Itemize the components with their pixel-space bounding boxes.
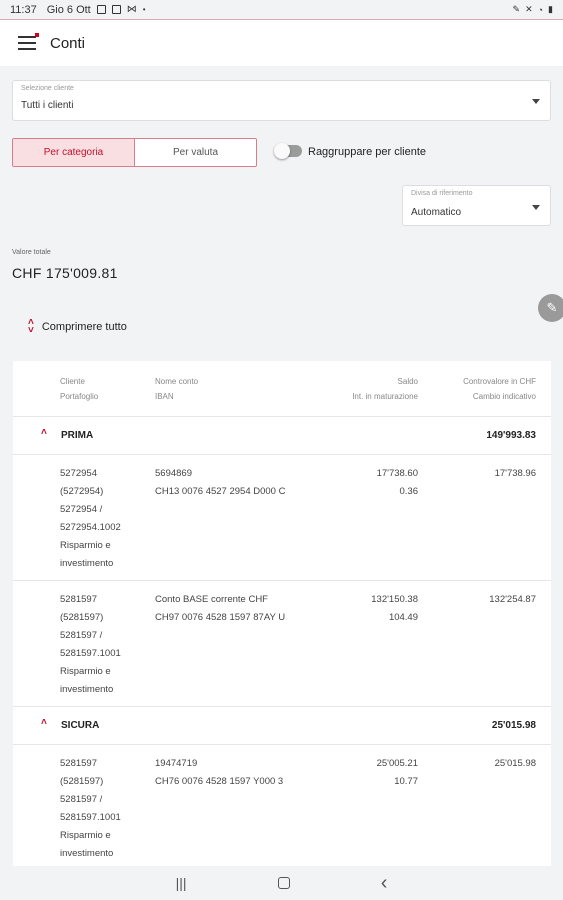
row-balance: 25'005.21 10.77 bbox=[376, 758, 418, 787]
header-client: Cliente Portafoglio bbox=[60, 377, 99, 401]
status-date: Gio 6 Ott bbox=[46, 3, 91, 16]
status-bar: 11:37 Gio 6 Ott ⋈ • ✎ ✕ ◔ ▮ bbox=[0, 0, 563, 20]
collapse-all-label: Comprimere tutto bbox=[41, 321, 127, 333]
battery-icon: ▮ bbox=[548, 4, 553, 14]
currency-select[interactable]: Divisa di riferimento Automatico bbox=[402, 185, 551, 226]
header-countervalue: Controvalore in CHF Cambio indicativo bbox=[463, 377, 536, 401]
row-account: Conto BASE corrente CHF CH97 0076 4528 1… bbox=[155, 594, 286, 623]
row-balance: 132'150.38 104.49 bbox=[371, 594, 418, 623]
back-button[interactable]: ‹ bbox=[381, 872, 388, 895]
row-client: 5272954 (5272954) 5272954 / 5272954.1002… bbox=[60, 468, 121, 569]
total-value-label: Valore totale bbox=[12, 249, 51, 256]
group-name: PRIMA bbox=[61, 430, 94, 441]
edit-fab-button[interactable]: ✎ bbox=[538, 294, 563, 322]
view-segmented-control: Per categoria Per valuta bbox=[12, 138, 257, 167]
total-value: CHF 175'009.81 bbox=[12, 265, 118, 281]
dot-icon: • bbox=[142, 5, 146, 14]
group-total: 149'993.83 bbox=[486, 430, 536, 441]
group-by-client-toggle[interactable] bbox=[274, 143, 302, 159]
group-name: SICURA bbox=[61, 720, 100, 731]
wifi-icon: ◔ bbox=[537, 4, 544, 15]
group-by-client-label: Raggruppare per cliente bbox=[308, 146, 427, 158]
system-nav-bar: ||| ‹ bbox=[0, 866, 563, 900]
pencil-icon: ✎ bbox=[546, 300, 558, 315]
header-account: Nome conto IBAN bbox=[155, 377, 199, 401]
row-balance: 17'738.60 0.36 bbox=[376, 468, 418, 497]
chevron-down-icon bbox=[532, 205, 540, 210]
client-select-label: Selezione cliente bbox=[21, 85, 74, 92]
edit-icon: ✎ bbox=[512, 4, 521, 14]
row-client: 5281597 (5281597) 5281597 / 5281597.1001… bbox=[60, 758, 121, 859]
page-title: Conti bbox=[50, 34, 86, 52]
app-bar: Conti bbox=[0, 20, 563, 66]
home-button[interactable] bbox=[277, 877, 290, 889]
row-countervalue: 17'738.96 bbox=[494, 468, 536, 479]
chevron-up-icon[interactable]: ˄ bbox=[41, 427, 47, 438]
mute-icon: ✕ bbox=[525, 4, 533, 14]
row-account: 19474719 CH76 0076 4528 1597 Y000 3 bbox=[155, 758, 284, 787]
table-row[interactable]: 5281597 (5281597) 5281597 / 5281597.1001… bbox=[13, 581, 551, 707]
mail-icon: ⋈ bbox=[126, 4, 137, 15]
group-row-prima[interactable]: ˄ PRIMA 149'993.83 bbox=[13, 417, 551, 455]
collapse-icon: ˄ ˅ bbox=[28, 317, 34, 336]
collapse-all-button[interactable]: ˄ ˅ Comprimere tutto bbox=[28, 317, 127, 336]
header-balance: Saldo Int. in maturazione bbox=[352, 377, 418, 401]
row-countervalue: 25'015.98 bbox=[494, 758, 536, 769]
tab-per-valuta[interactable]: Per valuta bbox=[135, 139, 256, 166]
currency-select-label: Divisa di riferimento bbox=[411, 190, 473, 197]
tab-per-categoria[interactable]: Per categoria bbox=[13, 139, 135, 166]
chevron-up-icon[interactable]: ˄ bbox=[41, 717, 47, 728]
group-total: 25'015.98 bbox=[491, 720, 536, 731]
group-row-sicura[interactable]: ˄ SICURA 25'015.98 bbox=[13, 707, 551, 745]
chevron-down-icon bbox=[532, 99, 540, 104]
client-select-value: Tutti i clienti bbox=[21, 100, 74, 111]
row-client: 5281597 (5281597) 5281597 / 5281597.1001… bbox=[60, 594, 121, 695]
row-account: 5694869 CH13 0076 4527 2954 D000 C bbox=[155, 468, 286, 497]
table-row[interactable]: 5281597 (5281597) 5281597 / 5281597.1001… bbox=[13, 745, 551, 866]
currency-select-value: Automatico bbox=[411, 207, 462, 218]
box-icon bbox=[111, 5, 121, 14]
table-header: Cliente Portafoglio Nome conto IBAN Saldo I… bbox=[13, 361, 551, 417]
accounts-table: Cliente Portafoglio Nome conto IBAN Saldo I… bbox=[13, 361, 551, 866]
recents-button[interactable]: ||| bbox=[176, 875, 187, 891]
image-icon bbox=[96, 5, 106, 14]
table-row[interactable]: 5272954 (5272954) 5272954 / 5272954.1002… bbox=[13, 455, 551, 581]
client-select[interactable]: Selezione cliente Tutti i clienti bbox=[12, 80, 551, 121]
menu-icon[interactable] bbox=[18, 33, 39, 50]
row-countervalue: 132'254.87 bbox=[489, 594, 536, 605]
status-time: 11:37 bbox=[10, 3, 37, 16]
